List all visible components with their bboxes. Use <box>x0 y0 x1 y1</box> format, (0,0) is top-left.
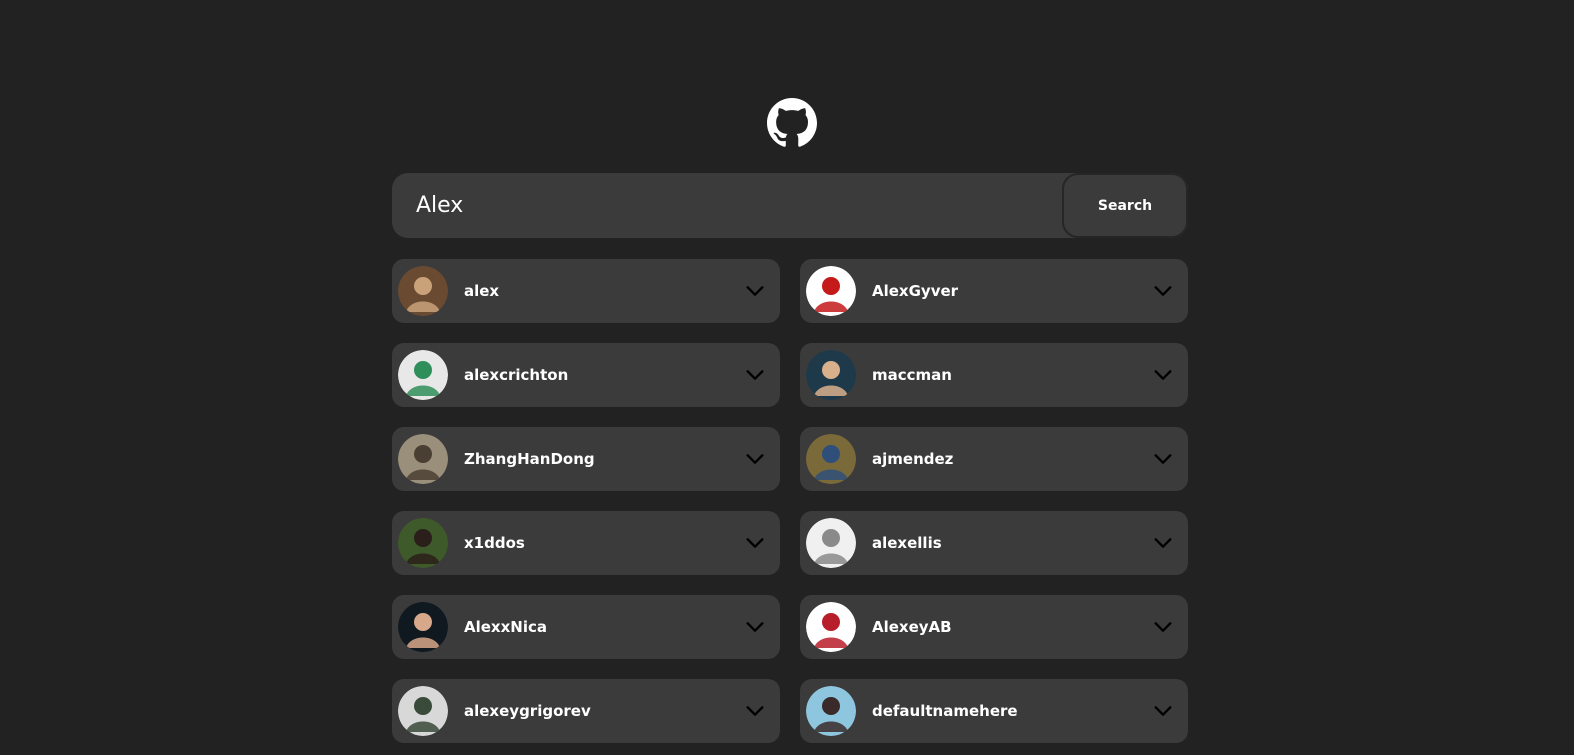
page: Search alex AlexGyver alexcrichton maccman Z… <box>0 0 1574 755</box>
chevron-down-icon[interactable] <box>1152 448 1174 470</box>
chevron-down-icon[interactable] <box>1152 280 1174 302</box>
chevron-down-icon[interactable] <box>1152 616 1174 638</box>
username-label: alex <box>464 282 500 300</box>
user-card[interactable]: alexcrichton <box>392 343 780 407</box>
chevron-down-icon[interactable] <box>744 532 766 554</box>
username-label: maccman <box>872 366 952 384</box>
user-card[interactable]: defaultnamehere <box>800 679 1188 743</box>
avatar <box>806 518 856 568</box>
user-card[interactable]: AlexeyAB <box>800 595 1188 659</box>
avatar <box>806 602 856 652</box>
chevron-down-icon[interactable] <box>744 280 766 302</box>
user-card[interactable]: x1ddos <box>392 511 780 575</box>
username-label: x1ddos <box>464 534 525 552</box>
chevron-down-icon[interactable] <box>744 700 766 722</box>
avatar <box>398 434 448 484</box>
avatar <box>806 686 856 736</box>
username-label: ZhangHanDong <box>464 450 595 468</box>
user-card[interactable]: alex <box>392 259 780 323</box>
avatar <box>398 518 448 568</box>
chevron-down-icon[interactable] <box>1152 700 1174 722</box>
chevron-down-icon[interactable] <box>744 448 766 470</box>
search-button[interactable]: Search <box>1062 173 1188 238</box>
avatar <box>806 350 856 400</box>
username-label: alexcrichton <box>464 366 569 384</box>
avatar <box>806 434 856 484</box>
username-label: alexeygrigorev <box>464 702 591 720</box>
chevron-down-icon[interactable] <box>1152 364 1174 386</box>
search-bar: Search <box>392 173 1188 238</box>
user-results-grid: alex AlexGyver alexcrichton maccman ZhangHan… <box>392 259 1188 743</box>
avatar <box>806 266 856 316</box>
github-icon[interactable] <box>767 98 817 148</box>
search-input[interactable] <box>392 173 1062 238</box>
username-label: AlexeyAB <box>872 618 952 636</box>
user-card[interactable]: AlexGyver <box>800 259 1188 323</box>
chevron-down-icon[interactable] <box>744 364 766 386</box>
avatar <box>398 686 448 736</box>
user-card[interactable]: alexeygrigorev <box>392 679 780 743</box>
user-card[interactable]: ZhangHanDong <box>392 427 780 491</box>
user-card[interactable]: alexellis <box>800 511 1188 575</box>
avatar <box>398 266 448 316</box>
chevron-down-icon[interactable] <box>744 616 766 638</box>
username-label: defaultnamehere <box>872 702 1018 720</box>
username-label: alexellis <box>872 534 942 552</box>
username-label: AlexGyver <box>872 282 959 300</box>
avatar <box>398 350 448 400</box>
username-label: ajmendez <box>872 450 954 468</box>
user-card[interactable]: maccman <box>800 343 1188 407</box>
chevron-down-icon[interactable] <box>1152 532 1174 554</box>
avatar <box>398 602 448 652</box>
username-label: AlexxNica <box>464 618 547 636</box>
user-card[interactable]: ajmendez <box>800 427 1188 491</box>
user-card[interactable]: AlexxNica <box>392 595 780 659</box>
